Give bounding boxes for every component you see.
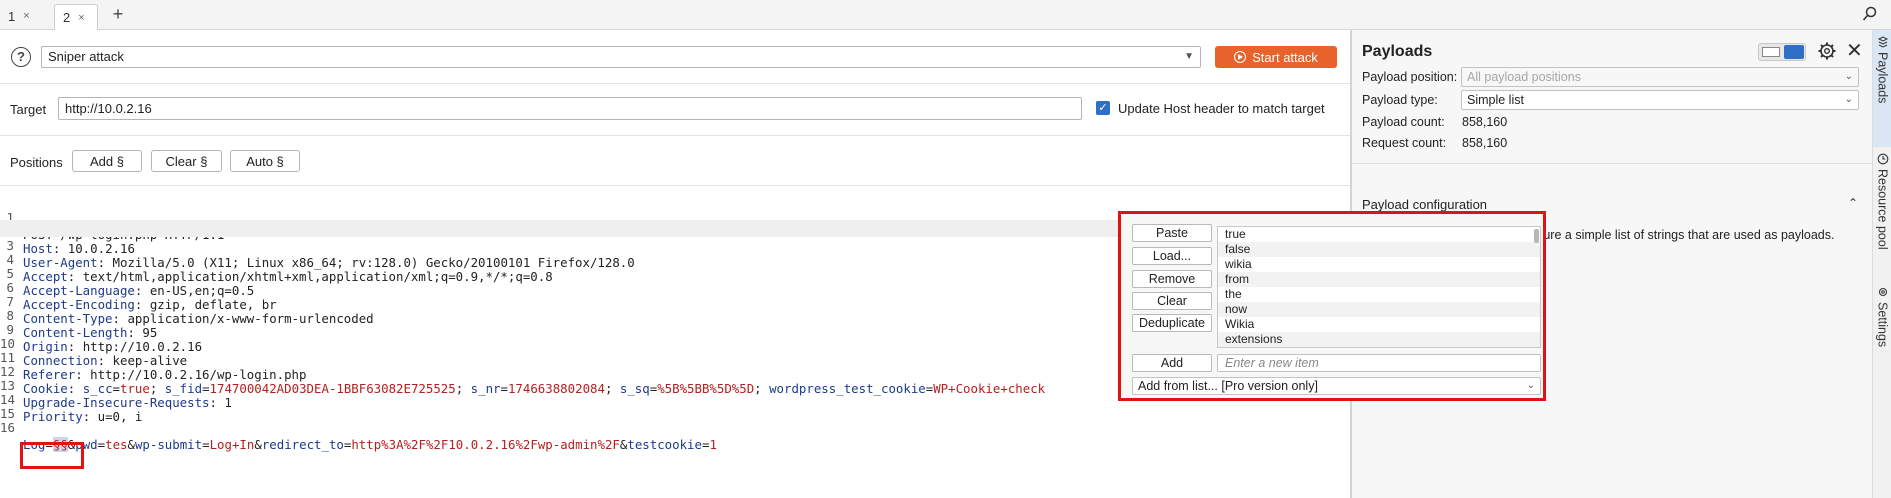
tab-label: 2	[63, 10, 71, 25]
request-body-line: 16 Log=§§&pwd=tes&wp-submit=Log+In&redir…	[0, 420, 717, 452]
horizontal-layout-icon[interactable]	[1762, 47, 1780, 57]
tab-label: 1	[8, 8, 16, 24]
payload-position-label: Payload position:	[1362, 70, 1458, 84]
payload-type-label: Payload type:	[1362, 93, 1438, 107]
list-item[interactable]: Wikia	[1218, 317, 1540, 332]
sidebar-tab-label: Settings	[1875, 302, 1890, 348]
close-icon[interactable]: ✕	[1846, 38, 1863, 63]
deduplicate-button[interactable]: Deduplicate	[1132, 314, 1212, 332]
tab-strip: 1 × 2 × +	[0, 0, 1891, 30]
add-tab-button[interactable]: +	[110, 4, 126, 25]
chevron-up-icon[interactable]: ⌃	[1848, 196, 1858, 210]
attack-type-select[interactable]: Sniper attack ▼	[41, 46, 1201, 68]
target-row: Target http://10.0.2.16 ✓ Update Host he…	[0, 84, 1350, 136]
divider	[1352, 163, 1872, 164]
payload-count-label: Payload count:	[1362, 115, 1445, 129]
sidebar-tab-payloads[interactable]: Payloads	[1873, 30, 1891, 147]
attack-type-value: Sniper attack	[48, 49, 124, 64]
request-count-value: 858,160	[1462, 136, 1508, 150]
sidebar-tab-label: Payloads	[1875, 52, 1890, 104]
list-item[interactable]: the	[1218, 287, 1540, 302]
update-host-label: Update Host header to match target	[1118, 101, 1325, 116]
chevron-down-icon: ▼	[1184, 51, 1194, 62]
close-icon[interactable]: ×	[78, 12, 84, 24]
remove-button[interactable]: Remove	[1132, 270, 1212, 288]
list-item[interactable]: true	[1218, 227, 1540, 242]
add-from-list-value: Add from list... [Pro version only]	[1138, 379, 1318, 393]
list-item[interactable]: wikia	[1218, 257, 1540, 272]
clock-icon	[1877, 153, 1888, 165]
help-icon[interactable]: ?	[11, 47, 31, 67]
new-item-input[interactable]: Enter a new item	[1217, 354, 1541, 372]
payloads-title: Payloads	[1362, 43, 1433, 60]
auto-positions-button[interactable]: Auto §	[230, 150, 300, 172]
close-icon[interactable]: ×	[23, 10, 29, 22]
positions-row: Positions Add § Clear § Auto §	[0, 136, 1350, 186]
clear-positions-button[interactable]: Clear §	[151, 150, 222, 172]
layout-toggle[interactable]	[1758, 43, 1806, 61]
payload-list[interactable]: true false wikia from the now Wikia exte…	[1217, 226, 1541, 348]
payload-configuration-title[interactable]: Payload configuration	[1362, 197, 1487, 212]
payload-count-value: 858,160	[1462, 115, 1508, 129]
chevron-down-icon: ⌄	[1526, 380, 1535, 391]
param-value: http%3A%2F%2F10.0.2.16%2Fwp-admin%2F	[351, 437, 620, 452]
tab-2[interactable]: 2 ×	[54, 4, 98, 30]
add-from-list-select[interactable]: Add from list... [Pro version only] ⌄	[1132, 377, 1541, 395]
paste-button[interactable]: Paste	[1132, 224, 1212, 242]
side-panel-tabs: Payloads Resource pool Settings	[1872, 30, 1891, 498]
param-name: redirect_to	[261, 437, 344, 452]
add-position-button[interactable]: Add §	[72, 150, 142, 172]
list-item[interactable]: extensions	[1218, 332, 1540, 347]
start-attack-label: Start attack	[1252, 49, 1318, 65]
param-name: wp-submit	[134, 437, 203, 452]
gear-icon	[1878, 287, 1887, 297]
list-item[interactable]: false	[1218, 242, 1540, 257]
payloads-icon	[1877, 36, 1888, 48]
target-input[interactable]: http://10.0.2.16	[58, 97, 1082, 120]
update-host-checkbox[interactable]: ✓	[1096, 101, 1110, 115]
tab-1[interactable]: 1 ×	[0, 5, 46, 27]
payload-position-select[interactable]: All payload positions ⌄	[1461, 67, 1859, 87]
target-label: Target	[10, 102, 47, 117]
search-icon[interactable]	[1862, 6, 1878, 22]
param-value: 1	[709, 437, 717, 452]
vertical-layout-icon[interactable]	[1784, 45, 1804, 59]
sidebar-tab-settings[interactable]: Settings	[1873, 280, 1891, 370]
param-name: testcookie	[627, 437, 702, 452]
payload-position-value: All payload positions	[1467, 70, 1581, 84]
chevron-down-icon: ⌄	[1844, 71, 1853, 82]
list-item[interactable]: from	[1218, 272, 1540, 287]
line-number: 16	[0, 420, 15, 435]
payload-list-editor: Paste Load... Remove Clear Deduplicate t…	[1118, 211, 1546, 401]
start-attack-button[interactable]: Start attack	[1215, 46, 1337, 68]
request-count-label: Request count:	[1362, 136, 1447, 150]
param-value: tes	[105, 437, 128, 452]
payload-type-value: Simple list	[1467, 93, 1524, 107]
sidebar-tab-resource-pool[interactable]: Resource pool	[1873, 147, 1891, 272]
gear-icon[interactable]	[1817, 41, 1837, 61]
payload-position-highlight	[20, 442, 84, 469]
list-item[interactable]: now	[1218, 302, 1540, 317]
attack-type-row: ? Sniper attack ▼ Start attack	[0, 30, 1350, 84]
chevron-down-icon: ⌄	[1844, 94, 1853, 105]
sidebar-tab-label: Resource pool	[1875, 169, 1890, 250]
scrollbar-thumb[interactable]	[1534, 229, 1539, 243]
param-value: Log+In	[209, 437, 255, 452]
payload-type-select[interactable]: Simple list ⌄	[1461, 90, 1859, 110]
play-icon	[1234, 51, 1247, 63]
positions-label: Positions	[10, 155, 63, 170]
load-button[interactable]: Load...	[1132, 247, 1212, 265]
add-item-button[interactable]: Add	[1132, 354, 1212, 372]
clear-button[interactable]: Clear	[1132, 292, 1212, 310]
